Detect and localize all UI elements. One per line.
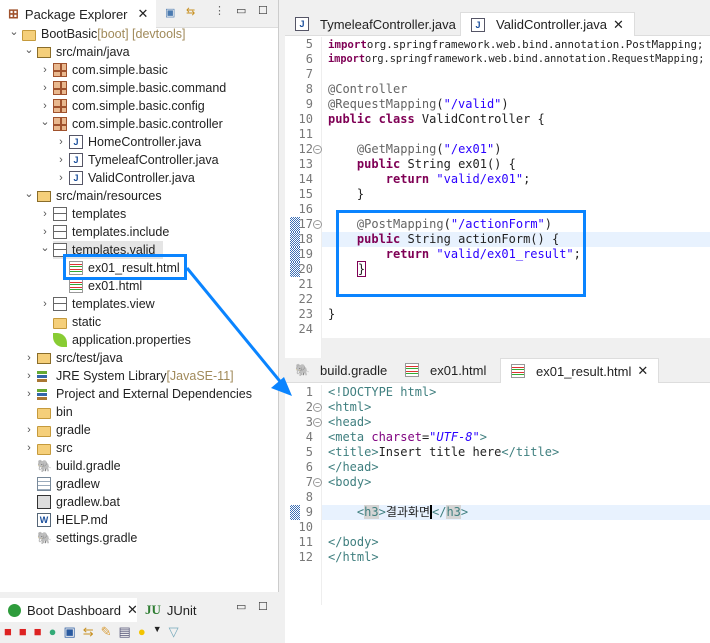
annotation-arrow (185, 267, 292, 396)
arrow-line (185, 267, 285, 386)
arrow-head (271, 377, 292, 396)
